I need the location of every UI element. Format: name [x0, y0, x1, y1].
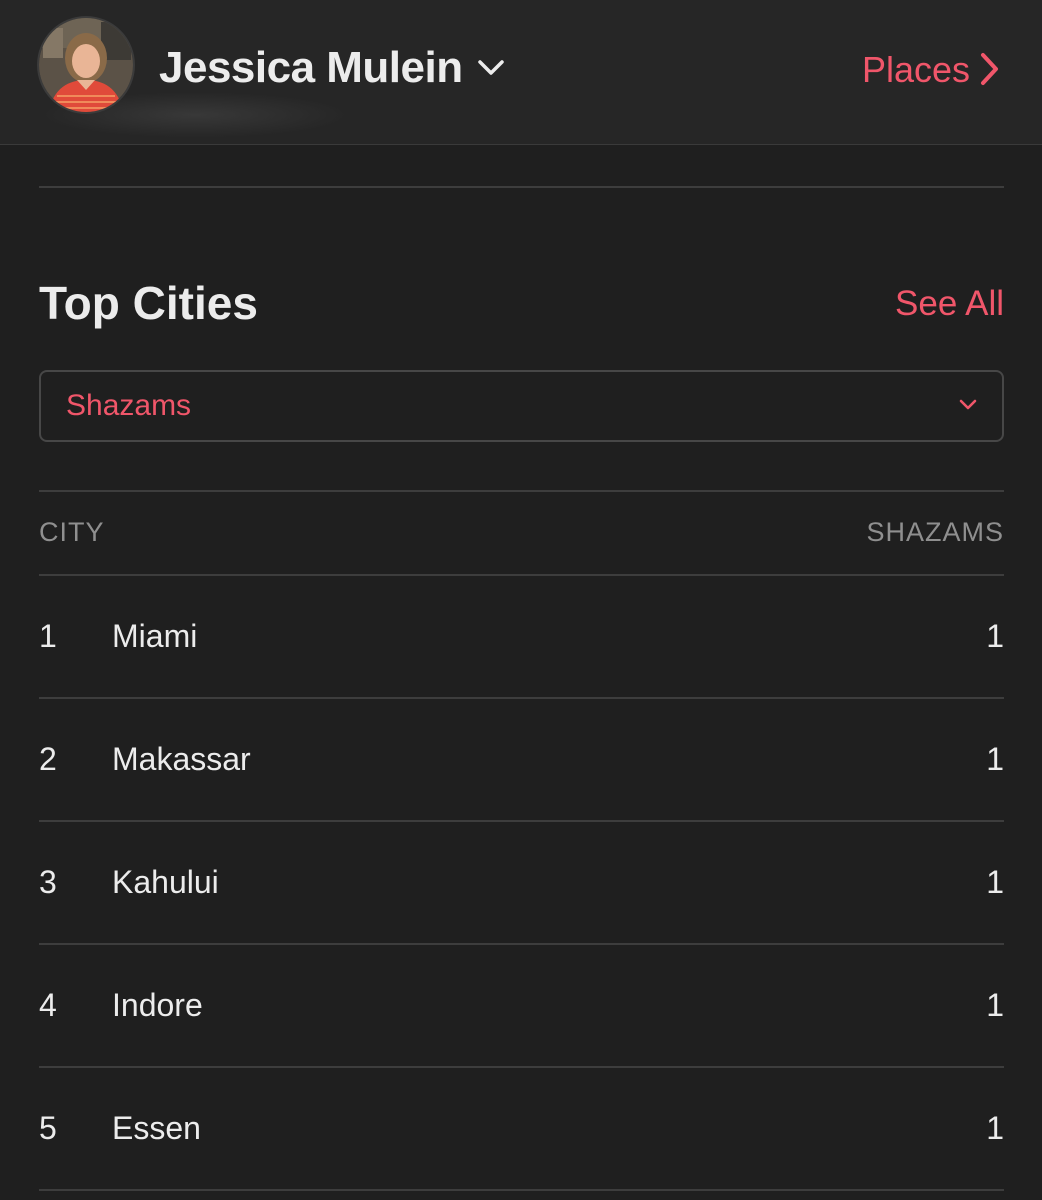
row-count: 1 — [986, 1110, 1004, 1146]
row-count: 1 — [986, 741, 1004, 777]
row-rank: 4 — [39, 987, 57, 1023]
row-count: 1 — [986, 987, 1004, 1023]
chevron-down-icon — [958, 398, 978, 416]
table-row: 1 Miami 1 — [39, 576, 1004, 699]
row-rank: 3 — [39, 864, 57, 900]
row-city: Indore — [112, 987, 203, 1023]
row-divider — [39, 1189, 1004, 1191]
dropdown-value: Shazams — [66, 389, 192, 422]
row-rank: 1 — [39, 618, 57, 654]
table-row: 3 Kahului 1 — [39, 822, 1004, 945]
table-row: 5 Essen 1 — [39, 1068, 1004, 1191]
row-city: Essen — [112, 1110, 201, 1146]
account-switcher[interactable]: Jessica Mulein — [159, 38, 505, 98]
profile-header: Jessica Mulein Places — [0, 0, 1042, 145]
column-header-city: CITY — [39, 517, 105, 547]
user-name[interactable]: Jessica Mulein — [159, 43, 463, 93]
places-label[interactable]: Places — [862, 49, 970, 91]
chevron-down-icon[interactable] — [477, 59, 505, 82]
column-header-shazams: SHAZAMS — [866, 517, 1004, 547]
row-rank: 2 — [39, 741, 57, 777]
row-city: Kahului — [112, 864, 219, 900]
table-top-divider — [39, 490, 1004, 492]
section-divider — [39, 186, 1004, 188]
avatar[interactable] — [39, 18, 133, 112]
see-all-link[interactable]: See All — [895, 284, 1004, 324]
row-count: 1 — [986, 618, 1004, 654]
metric-dropdown[interactable]: Shazams — [39, 370, 1004, 442]
table-row: 4 Indore 1 — [39, 945, 1004, 1068]
row-city: Makassar — [112, 741, 251, 777]
row-count: 1 — [986, 864, 1004, 900]
chevron-right-icon[interactable] — [980, 52, 1000, 91]
section-title: Top Cities — [39, 277, 258, 329]
avatar-photo-icon — [39, 18, 133, 112]
row-rank: 5 — [39, 1110, 57, 1146]
table-row: 2 Makassar 1 — [39, 699, 1004, 822]
places-link[interactable]: Places — [862, 46, 1000, 94]
row-city: Miami — [112, 618, 198, 654]
